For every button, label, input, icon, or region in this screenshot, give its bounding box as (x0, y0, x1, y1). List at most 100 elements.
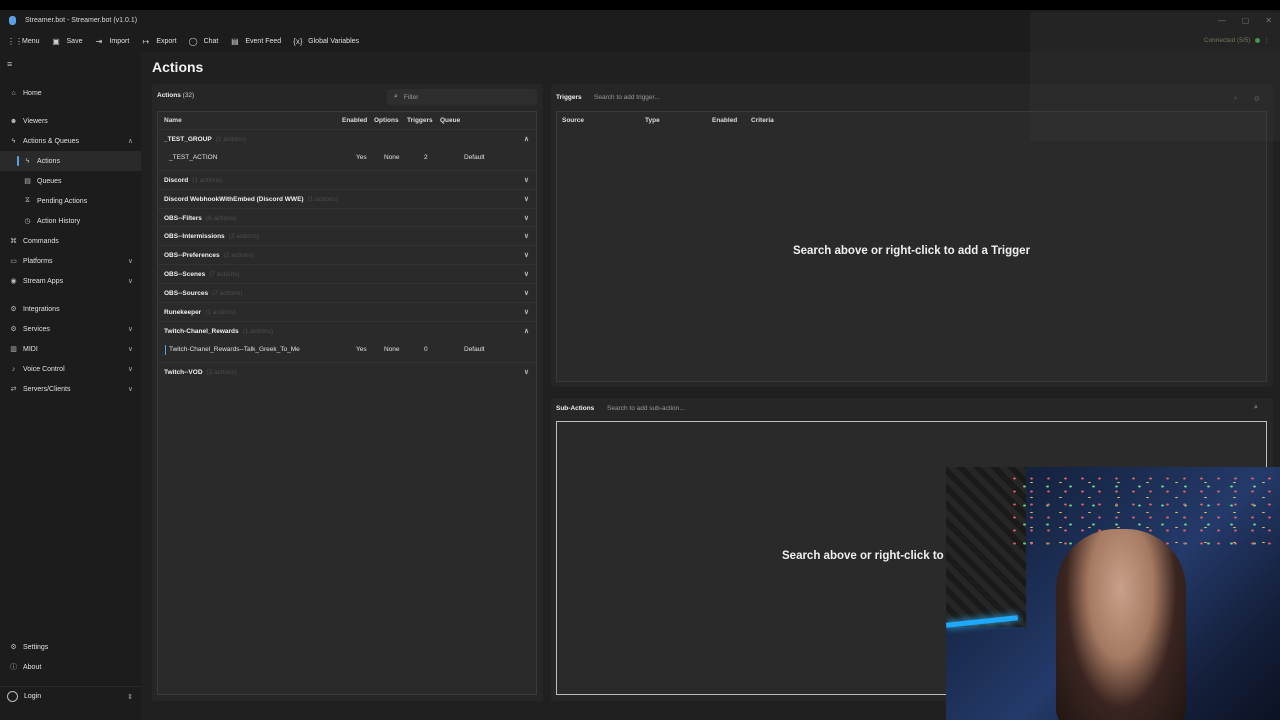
col-triggers[interactable]: Triggers (407, 117, 433, 124)
hamburger-icon[interactable]: ≡ (7, 59, 12, 69)
app-logo-icon (9, 15, 16, 25)
subaction-search-input[interactable]: Search to add sub-action... (607, 405, 685, 412)
chevron-down-icon: ∨ (127, 326, 133, 333)
sidebar-item-actions[interactable]: ϟ Actions (0, 151, 141, 171)
export-button[interactable]: ↦ Export (141, 37, 176, 46)
midi-icon: ▥ (10, 346, 17, 353)
sidebar-item-actions-queues[interactable]: ϟ Actions & Queues ∧ (0, 131, 141, 151)
login-button[interactable]: Login ⇕ (0, 686, 141, 706)
col-options[interactable]: Options (374, 117, 399, 124)
chevron-down-icon: ∨ (523, 290, 529, 297)
chevron-down-icon: ∨ (127, 258, 133, 265)
chevron-down-icon: ∨ (523, 309, 529, 316)
services-icon: ⚙ (10, 326, 17, 333)
col-criteria[interactable]: Criteria (751, 117, 774, 124)
sidebar-item-servers-clients[interactable]: ⇄ Servers/Clients ∨ (0, 379, 141, 399)
history-icon: ◷ (24, 218, 31, 225)
chevron-down-icon: ∨ (127, 366, 133, 373)
group-row[interactable]: Discord (1 actions) ∨ (158, 170, 536, 189)
col-enabled[interactable]: Enabled (712, 117, 737, 124)
group-row[interactable]: OBS--Filters (6 actions) ∨ (158, 208, 536, 227)
action-row[interactable]: Twitch-Chanel_Rewards--Talk_Greek_To_Me … (158, 341, 536, 359)
import-button[interactable]: ⇥ Import (94, 37, 130, 46)
chevron-down-icon: ∨ (127, 386, 133, 393)
sidebar-item-queues[interactable]: ▤ Queues (0, 171, 141, 191)
pending-icon: ⧖ (25, 197, 30, 204)
overlay-shade (1030, 12, 1280, 141)
sidebar-item-stream-apps[interactable]: ◉ Stream Apps ∨ (0, 271, 141, 291)
gear-icon: ⚙ (10, 644, 17, 651)
group-row[interactable]: OBS--Sources (7 actions) ∨ (158, 283, 536, 302)
sidebar-item-voice-control[interactable]: ♪ Voice Control ∨ (0, 359, 141, 379)
top-black-bar (0, 0, 1280, 10)
group-row[interactable]: OBS--Scenes (7 actions) ∨ (158, 264, 536, 283)
grid-icon: ⋮⋮ (7, 36, 23, 46)
actions-icon: ϟ (25, 157, 30, 165)
selection-indicator (165, 345, 166, 355)
sidebar-item-home[interactable]: ⌂ Home (0, 83, 141, 103)
col-enabled[interactable]: Enabled (342, 117, 367, 124)
sidebar-item-services[interactable]: ⚙ Services ∨ (0, 319, 141, 339)
chat-icon: ◯ (188, 36, 198, 46)
menu-button[interactable]: ⋮⋮ Menu (7, 37, 40, 46)
stream-apps-icon: ◉ (10, 278, 17, 285)
group-row[interactable]: OBS--Intermissions (2 actions) ∨ (158, 226, 536, 245)
sidebar: ⌂ Home ☻ Viewers ϟ Actions & Queues ∧ ϟ Actio… (0, 83, 141, 399)
filter-input[interactable]: ⌕ Filter (387, 89, 537, 105)
chevron-down-icon: ∨ (127, 346, 133, 353)
sidebar-item-about[interactable]: ⓘ About (0, 657, 141, 677)
group-row[interactable]: _TEST_GROUP (1 actions) ∧ (158, 129, 536, 148)
integrations-icon: ⚙ (10, 306, 17, 313)
col-queue[interactable]: Queue (440, 117, 460, 124)
subactions-empty-message: Search above or right-click to (782, 550, 944, 562)
col-source[interactable]: Source (562, 117, 584, 124)
event-feed-icon: ▤ (231, 36, 239, 46)
chevron-down-icon: ∨ (523, 369, 529, 376)
sidebar-item-platforms[interactable]: ▭ Platforms ∨ (0, 251, 141, 271)
group-row[interactable]: Discord WebhookWithEmbed (Discord WWE) (1… (158, 189, 536, 208)
col-type[interactable]: Type (645, 117, 660, 124)
page-title: Actions (152, 59, 204, 75)
queues-icon: ▤ (24, 178, 31, 185)
streamer-person (1056, 529, 1186, 720)
user-icon (7, 691, 18, 702)
chevron-down-icon: ∨ (523, 233, 529, 240)
col-name[interactable]: Name (164, 117, 182, 124)
actions-table: Name Enabled Options Triggers Queue _TES… (157, 111, 537, 695)
group-row[interactable]: Runekeeper (1 actions) ∨ (158, 302, 536, 321)
save-button[interactable]: ▣ Save (52, 36, 82, 46)
group-row[interactable]: OBS--Preferences (2 actions) ∨ (158, 245, 536, 264)
bolt-icon: ϟ (11, 137, 16, 145)
global-variables-button[interactable]: {x} Global Variables (293, 37, 359, 46)
platforms-icon: ▭ (10, 258, 17, 265)
sidebar-item-integrations[interactable]: ⚙ Integrations (0, 299, 141, 319)
chevron-up-icon: ∧ (523, 136, 529, 143)
sidebar-item-settings[interactable]: ⚙ Settings (0, 637, 141, 657)
export-icon: ↦ (142, 36, 150, 46)
microphone-icon: ♪ (11, 365, 16, 373)
home-icon: ⌂ (11, 89, 16, 97)
search-icon[interactable]: ⌕ (1254, 404, 1258, 412)
sidebar-item-midi[interactable]: ▥ MIDI ∨ (0, 339, 141, 359)
group-row[interactable]: Twitch-Chanel_Rewards (1 actions) ∧ (158, 321, 536, 340)
sidebar-item-pending-actions[interactable]: ⧖ Pending Actions (0, 191, 141, 211)
action-row[interactable]: _TEST_ACTION Yes None 2 Default (158, 149, 536, 167)
event-feed-button[interactable]: ▤ Event Feed (230, 37, 281, 46)
trigger-search-input[interactable]: Search to add trigger... (594, 94, 660, 101)
viewers-icon: ☻ (9, 117, 18, 125)
sidebar-item-commands[interactable]: ⌘ Commands (0, 231, 141, 251)
table-header: Name Enabled Options Triggers Queue (158, 112, 536, 129)
group-row[interactable]: Twitch--VOD (3 actions) ∨ (158, 362, 536, 381)
chevron-updown-icon: ⇕ (127, 693, 133, 701)
chat-button[interactable]: ◯ Chat (189, 37, 219, 46)
triggers-header: Triggers (556, 94, 582, 101)
actions-header: Actions (32) (157, 92, 195, 99)
sidebar-item-viewers[interactable]: ☻ Viewers (0, 111, 141, 131)
triggers-table[interactable]: Source Type Enabled Criteria Search abov… (556, 111, 1267, 382)
save-icon: ▣ (52, 36, 60, 46)
webcam-overlay (946, 467, 1280, 720)
info-icon: ⓘ (10, 664, 17, 671)
chevron-up-icon: ∧ (127, 138, 133, 145)
sidebar-item-action-history[interactable]: ◷ Action History (0, 211, 141, 231)
commands-icon: ⌘ (10, 238, 17, 245)
